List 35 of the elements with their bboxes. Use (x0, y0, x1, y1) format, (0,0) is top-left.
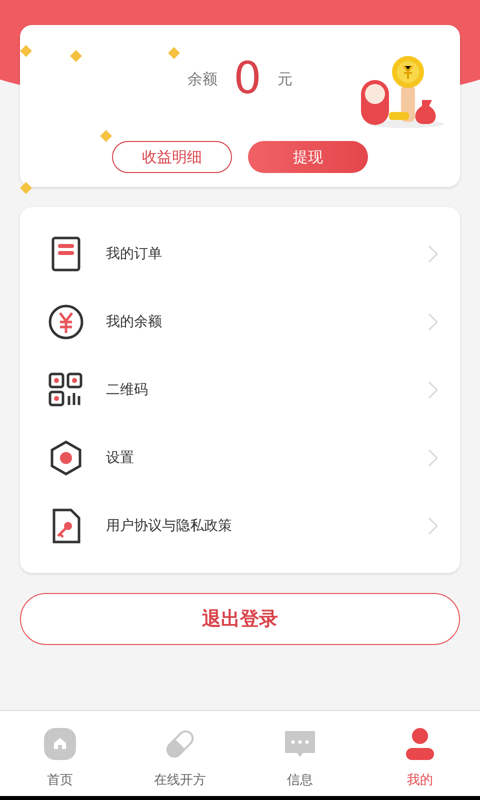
menu-item[interactable]: 我的余额 (20, 288, 460, 356)
qr-code-icon (48, 372, 84, 408)
menu-item[interactable]: 我的订单 (20, 220, 460, 288)
tab[interactable]: 首页 (0, 711, 120, 796)
tab[interactable]: 信息 (240, 711, 360, 796)
confetti-icon (20, 182, 32, 194)
menu-item[interactable]: 用户协议与隐私政策 (20, 492, 460, 560)
currency-unit: 元 (278, 68, 292, 90)
menu-label: 我的订单 (106, 244, 162, 264)
menu-label: 我的余额 (106, 312, 162, 332)
chevron-right-icon (428, 245, 438, 263)
logout-button[interactable]: 退出登录 (20, 593, 460, 645)
menu-label: 二维码 (106, 380, 148, 400)
user-icon (403, 727, 437, 761)
earnings-detail-button[interactable]: 收益明细 (112, 141, 232, 173)
chevron-right-icon (428, 449, 438, 467)
menu-item[interactable]: 二维码 (20, 356, 460, 424)
tab[interactable]: 在线开方 (120, 711, 240, 796)
confetti-icon (100, 130, 112, 142)
chevron-right-icon (428, 381, 438, 399)
withdraw-button[interactable]: 提现 (248, 141, 368, 173)
confetti-icon (20, 45, 32, 57)
yen-icon (48, 304, 84, 340)
balance-amount: 0 (234, 57, 262, 101)
confetti-icon (168, 47, 180, 59)
tab[interactable]: 我的 (360, 711, 480, 796)
balance-label: 余额 (188, 68, 218, 90)
menu-label: 用户协议与隐私政策 (106, 516, 232, 536)
hexagon-icon (48, 440, 84, 476)
chevron-right-icon (428, 313, 438, 331)
menu-label: 设置 (106, 448, 134, 468)
home-icon (43, 727, 77, 761)
confetti-icon (70, 50, 82, 62)
menu-item[interactable]: 设置 (20, 424, 460, 492)
chevron-right-icon (428, 517, 438, 535)
